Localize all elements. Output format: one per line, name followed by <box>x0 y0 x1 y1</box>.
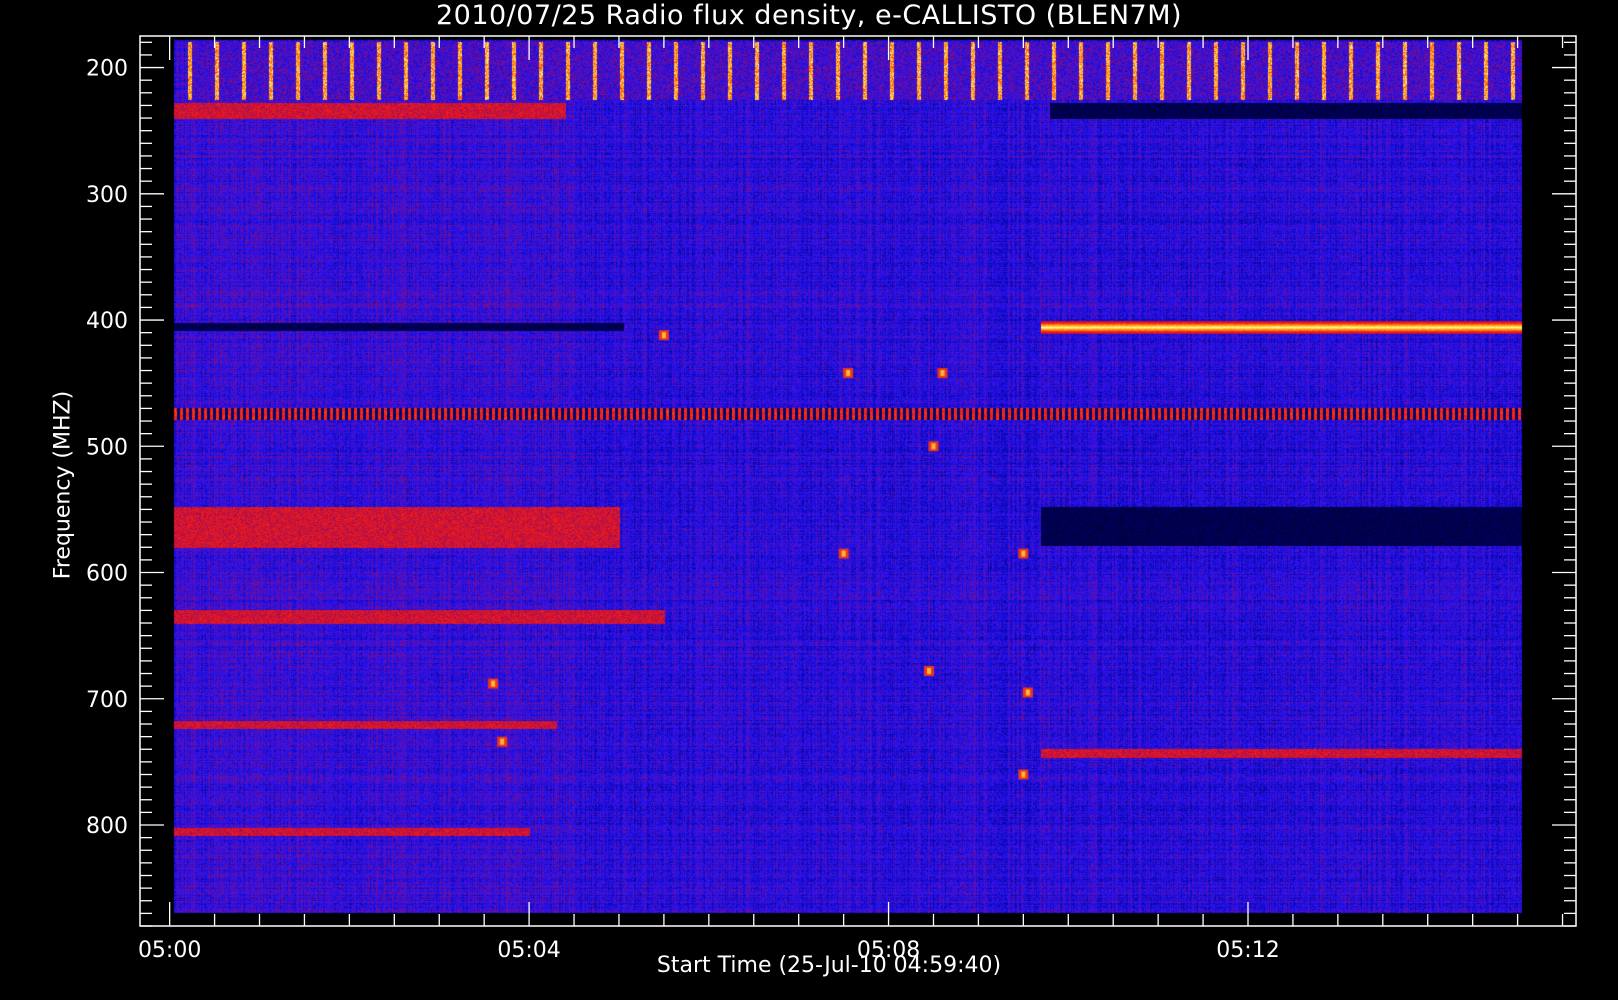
y-tick-label: 200 <box>86 57 128 82</box>
y-axis-label: Frequency (MHZ) <box>50 390 76 580</box>
y-tick-label: 400 <box>86 309 128 334</box>
y-tick-label: 500 <box>86 435 128 460</box>
plot-axes: 05:00 05:04 05:08 05:12 2003004005006007008… <box>86 35 1577 963</box>
y-tick-label: 600 <box>86 562 128 587</box>
x-axis-label: Start Time (25-Jul-10 04:59:40) <box>656 953 1002 978</box>
axis-ticks <box>140 36 1576 927</box>
y-tick-label: 700 <box>86 688 128 713</box>
y-tick-labels: 200 300 400 500 600 700 800 <box>86 57 128 839</box>
plot-frame <box>139 35 1577 927</box>
y-tick-label: 300 <box>86 183 128 208</box>
y-tick-label: 800 <box>86 814 128 839</box>
chart-title: 2010/07/25 Radio flux density, e-CALLIST… <box>435 0 1183 31</box>
